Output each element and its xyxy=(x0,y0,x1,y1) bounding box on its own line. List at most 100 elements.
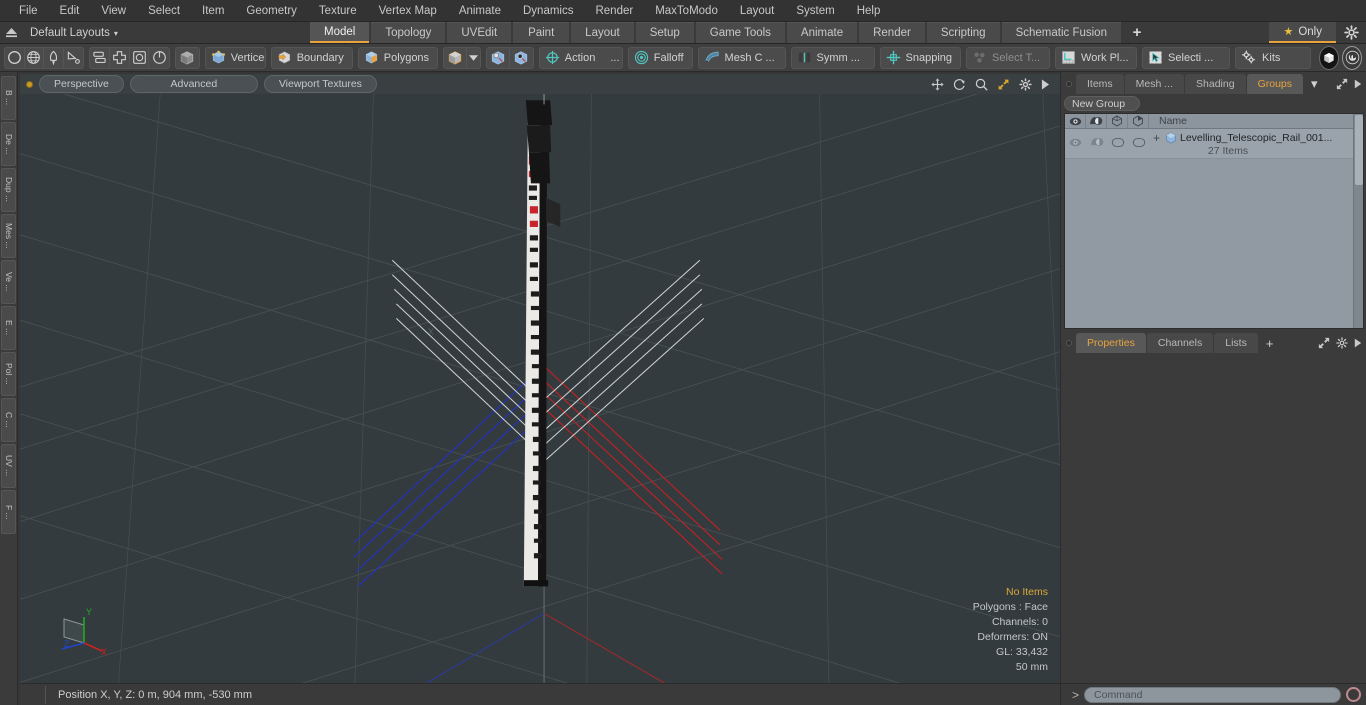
layout-tab-render[interactable]: Render xyxy=(859,22,925,43)
menu-item-select[interactable]: Select xyxy=(137,0,191,22)
item-list-scrollbar[interactable] xyxy=(1353,114,1363,328)
left-tool-tab-4[interactable]: Ve ... xyxy=(1,260,16,304)
gear-icon[interactable] xyxy=(1336,337,1348,349)
menu-item-system[interactable]: System xyxy=(785,0,845,22)
menu-item-layout[interactable]: Layout xyxy=(729,0,786,22)
layout-tab-paint[interactable]: Paint xyxy=(513,22,570,43)
item-mode-dropdown-icon[interactable] xyxy=(467,48,480,68)
layout-tab-topology[interactable]: Topology xyxy=(371,22,446,43)
left-tool-tab-8[interactable]: UV ... xyxy=(1,444,16,488)
left-tool-tab-7[interactable]: C ... xyxy=(1,398,16,442)
row-wireframe-toggle[interactable] xyxy=(1107,129,1128,151)
add-properties-tab-button[interactable]: + xyxy=(1259,333,1281,353)
action-center-button[interactable]: Action ... xyxy=(538,46,623,69)
shade-icon[interactable] xyxy=(1086,113,1107,129)
gear-icon[interactable] xyxy=(1019,77,1032,91)
properties-menu-dot-icon[interactable] xyxy=(1063,333,1075,353)
fit-icon[interactable] xyxy=(997,78,1010,91)
move-icon[interactable] xyxy=(931,77,944,91)
viewport-shading-selector[interactable]: Advanced xyxy=(129,75,258,93)
select-through-button[interactable]: Select T... xyxy=(966,46,1051,69)
menu-item-help[interactable]: Help xyxy=(846,0,892,22)
layout-tab-uvedit[interactable]: UVEdit xyxy=(447,22,512,43)
item-cube-icon[interactable] xyxy=(444,47,468,68)
viewport-menu-dot-icon[interactable] xyxy=(26,80,33,88)
menu-item-file[interactable]: File xyxy=(8,0,49,22)
left-tool-tab-5[interactable]: E ... xyxy=(1,306,16,350)
panel-tab-mesh[interactable]: Mesh ... xyxy=(1124,74,1185,94)
menu-item-view[interactable]: View xyxy=(90,0,137,22)
pen-icon[interactable] xyxy=(44,47,64,68)
menu-item-maxtomodo[interactable]: MaxToModo xyxy=(644,0,729,22)
snapping-button[interactable]: Snapping xyxy=(879,46,962,69)
wire-cube-icon[interactable] xyxy=(1107,113,1128,129)
pie-icon[interactable] xyxy=(149,48,168,68)
command-input[interactable] xyxy=(1084,686,1341,703)
modo-badge-icon[interactable] xyxy=(1319,45,1340,70)
3d-viewport[interactable]: -X Y X Z No Items Polygons: Face Channe… xyxy=(20,94,1060,683)
square-in-square-icon[interactable] xyxy=(130,47,150,68)
viewport-textures-selector[interactable]: Viewport Textures xyxy=(263,75,377,93)
unreal-badge-icon[interactable] xyxy=(1342,45,1362,70)
left-tool-tab-0[interactable]: B ... xyxy=(1,76,16,120)
layout-tab-schematic-fusion[interactable]: Schematic Fusion xyxy=(1001,22,1121,43)
kits-button[interactable]: Kits xyxy=(1235,46,1312,69)
new-group-button[interactable]: New Group xyxy=(1064,95,1141,111)
panel-menu-dot-icon[interactable] xyxy=(1063,74,1075,94)
layout-tab-layout[interactable]: Layout xyxy=(571,22,634,43)
cross-icon[interactable] xyxy=(110,47,130,68)
mesh-constraint-button[interactable]: Mesh C ... xyxy=(697,46,786,69)
menu-item-render[interactable]: Render xyxy=(584,0,644,22)
expand-row-button[interactable]: + xyxy=(1151,132,1162,144)
left-tool-tab-1[interactable]: De ... xyxy=(1,122,16,166)
circle-icon[interactable] xyxy=(5,47,25,68)
symmetry-button[interactable]: Symm ... xyxy=(790,46,875,69)
stack-icon[interactable] xyxy=(90,47,111,68)
play-icon[interactable] xyxy=(1354,338,1362,348)
menu-item-dynamics[interactable]: Dynamics xyxy=(512,0,584,22)
panel-tab-caret-icon[interactable]: ▾ xyxy=(1304,74,1325,94)
menu-item-edit[interactable]: Edit xyxy=(49,0,91,22)
layout-tab-animate[interactable]: Animate xyxy=(786,22,858,43)
layout-tab-scripting[interactable]: Scripting xyxy=(926,22,1000,43)
row-visibility-toggle[interactable] xyxy=(1065,129,1086,151)
selection-mode-polygons[interactable]: Polygons xyxy=(357,46,439,69)
zoom-icon[interactable] xyxy=(975,78,988,91)
curve-icon[interactable] xyxy=(64,48,83,68)
expand-icon[interactable] xyxy=(1318,337,1330,349)
play-icon[interactable] xyxy=(1354,79,1362,89)
panel-tab-groups[interactable]: Groups xyxy=(1246,74,1304,94)
layout-settings-button[interactable] xyxy=(1336,22,1366,43)
properties-panel-body[interactable] xyxy=(1061,353,1366,683)
selection-sets-button[interactable]: Selecti ... xyxy=(1142,46,1231,69)
eye-icon[interactable] xyxy=(1065,113,1086,129)
globe-icon[interactable] xyxy=(25,47,45,68)
layout-tab-game-tools[interactable]: Game Tools xyxy=(695,22,785,43)
selection-mode-boundary[interactable]: Boundary xyxy=(270,46,353,69)
selection-mode-vertices[interactable]: Vertices xyxy=(206,48,265,68)
row-shading-toggle[interactable] xyxy=(1086,129,1107,151)
add-layout-tab-button[interactable]: + xyxy=(1123,22,1151,43)
panel-tab-shading[interactable]: Shading xyxy=(1185,74,1246,94)
menu-item-animate[interactable]: Animate xyxy=(448,0,512,22)
rotate-icon[interactable] xyxy=(953,78,966,91)
properties-tab-properties[interactable]: Properties xyxy=(1076,333,1146,353)
menu-item-geometry[interactable]: Geometry xyxy=(235,0,308,22)
layout-preset-label[interactable]: Default Layouts ▾ xyxy=(22,27,118,39)
falloff-button[interactable]: Falloff xyxy=(627,46,693,69)
menu-item-item[interactable]: Item xyxy=(191,0,235,22)
viewport-view-selector[interactable]: Perspective xyxy=(39,75,124,93)
record-circle-icon[interactable] xyxy=(1346,687,1361,702)
left-tool-tab-9[interactable]: F ... xyxy=(1,490,16,534)
panel-tab-items[interactable]: Items xyxy=(1076,74,1124,94)
layout-tab-setup[interactable]: Setup xyxy=(635,22,694,43)
row-render-toggle[interactable] xyxy=(1128,129,1149,151)
left-tool-tab-3[interactable]: Mes ... xyxy=(1,214,16,258)
collapse-toolbar-button[interactable] xyxy=(0,22,22,44)
work-plane-button[interactable]: Work Pl... xyxy=(1055,46,1138,69)
menu-item-vertex-map[interactable]: Vertex Map xyxy=(368,0,448,22)
left-tool-tab-6[interactable]: Pol ... xyxy=(1,352,16,396)
cube-icon[interactable] xyxy=(176,48,199,68)
layout-tab-model[interactable]: Model xyxy=(310,22,370,43)
item-list-empty-area[interactable] xyxy=(1065,159,1353,328)
